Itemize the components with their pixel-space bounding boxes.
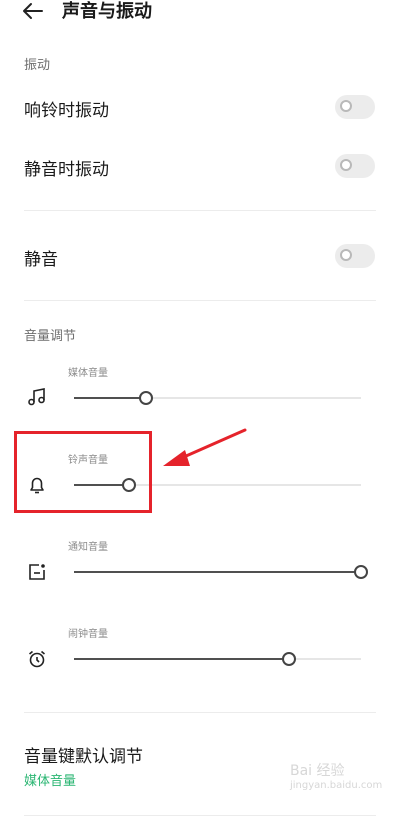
music-note-icon	[26, 386, 48, 408]
slider-fill	[74, 658, 289, 660]
slider-fill	[74, 571, 361, 573]
mute-toggle[interactable]	[335, 244, 375, 268]
toggle-knob	[340, 159, 352, 171]
volume-section-title: 音量调节	[24, 329, 77, 344]
ring-vibrate-toggle[interactable]	[335, 95, 375, 119]
volume-key-value[interactable]: 媒体音量	[24, 770, 76, 789]
back-button[interactable]	[20, 0, 46, 24]
media-volume-slider[interactable]	[74, 391, 361, 405]
highlight-box	[14, 431, 152, 513]
divider	[24, 815, 376, 816]
notification-volume-label: 通知音量	[68, 542, 108, 553]
vibration-section-title: 振动	[24, 58, 51, 73]
divider	[24, 712, 376, 713]
divider	[24, 210, 376, 211]
watermark-text: Bai 经验	[290, 763, 345, 779]
slider-thumb[interactable]	[354, 565, 368, 579]
alarm-clock-icon	[26, 648, 48, 670]
alarm-volume-slider[interactable]	[74, 652, 361, 666]
volume-key-label[interactable]: 音量键默认调节	[24, 742, 143, 767]
watermark-sub: jingyan.baidu.com	[290, 780, 383, 791]
ring-vibrate-label: 响铃时振动	[24, 101, 109, 121]
slider-thumb[interactable]	[139, 391, 153, 405]
slider-fill	[74, 397, 146, 399]
divider	[24, 300, 376, 301]
notification-icon	[26, 561, 48, 583]
silent-vibrate-label: 静音时振动	[24, 160, 109, 180]
mute-label: 静音	[24, 250, 58, 270]
media-volume-label: 媒体音量	[68, 368, 108, 379]
notification-volume-slider[interactable]	[74, 565, 368, 579]
toggle-knob	[340, 100, 352, 112]
red-arrow-icon	[155, 424, 255, 474]
toggle-knob	[340, 249, 352, 261]
alarm-volume-label: 闹钟音量	[68, 629, 108, 640]
arrow-left-icon	[23, 3, 43, 19]
silent-vibrate-toggle[interactable]	[335, 154, 375, 178]
page-title: 声音与振动	[62, 1, 152, 22]
slider-thumb[interactable]	[282, 652, 296, 666]
